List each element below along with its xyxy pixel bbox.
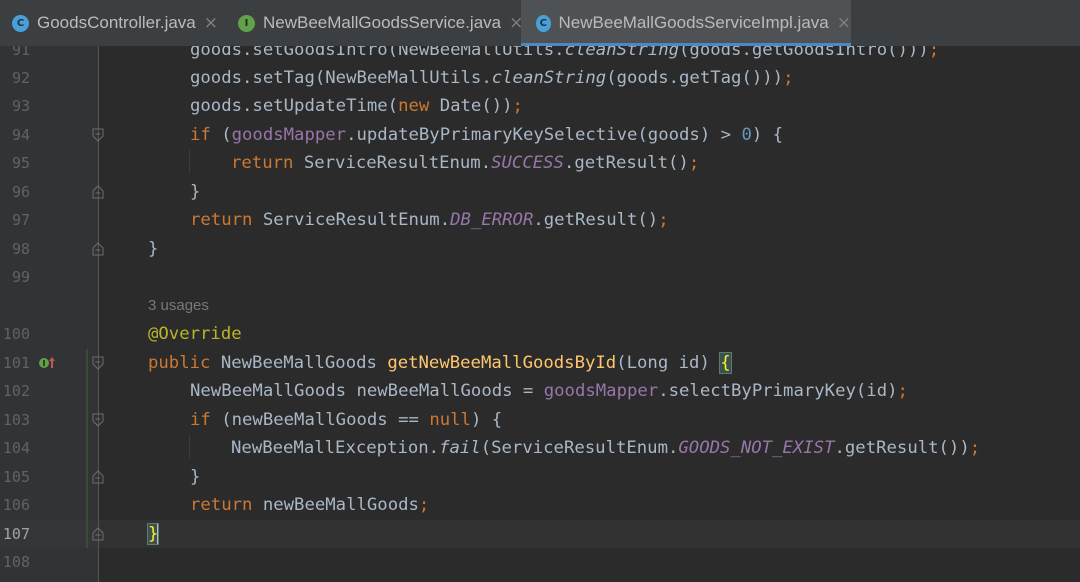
code-text: GOODS_NOT_EXIST bbox=[678, 438, 835, 458]
line-number: 108 bbox=[2, 553, 30, 571]
code-text: ServiceResultEnum. bbox=[252, 210, 451, 230]
code-text: ) { bbox=[751, 125, 784, 145]
matched-brace: { bbox=[719, 352, 732, 374]
code-text: if bbox=[190, 125, 211, 145]
code-text: (newBeeMallGoods == bbox=[210, 410, 430, 430]
interface-file-icon: I bbox=[238, 14, 255, 32]
code-text: DB_ERROR bbox=[450, 210, 534, 230]
code-line: return newBeeMallGoods; bbox=[0, 491, 1080, 519]
code-text: new bbox=[398, 96, 430, 116]
code-text: cleanString bbox=[491, 68, 607, 88]
code-text: ServiceResultEnum. bbox=[293, 153, 492, 173]
code-text: cleanString bbox=[564, 46, 680, 60]
tab-goods-controller[interactable]: C GoodsController.java × bbox=[0, 0, 237, 46]
editor-tab-bar: C GoodsController.java × I NewBeeMallGoo… bbox=[0, 0, 1080, 47]
code-line: @Override bbox=[0, 320, 1080, 348]
usages-hint[interactable]: 3 usages bbox=[148, 292, 209, 320]
code-line: return ServiceResultEnum.DB_ERROR.getRes… bbox=[0, 206, 1080, 234]
code-text: ; bbox=[969, 438, 981, 458]
code-text: goodsMapper bbox=[231, 125, 347, 145]
tab-label: GoodsController.java bbox=[37, 13, 196, 32]
tab-label: NewBeeMallGoodsServiceImpl.java bbox=[558, 13, 829, 32]
code-line: if (newBeeMallGoods == null) { bbox=[0, 406, 1080, 434]
code-text: Date()) bbox=[429, 96, 513, 116]
code-text: NewBeeMallGoods newBeeMallGoods = bbox=[190, 381, 544, 401]
class-file-icon: C bbox=[536, 14, 551, 32]
code-text: @Override bbox=[148, 324, 242, 344]
code-line: } bbox=[0, 178, 1080, 206]
code-text: .getResult() bbox=[563, 153, 689, 173]
code-text: 0 bbox=[741, 125, 752, 145]
code-text: } bbox=[190, 467, 201, 487]
code-text: goods.setGoodsIntro(NewBeeMallUtils. bbox=[190, 46, 565, 60]
code-text: null bbox=[429, 410, 471, 430]
tab-label: NewBeeMallGoodsService.java bbox=[263, 13, 502, 32]
code-text: } bbox=[148, 239, 159, 259]
code-text: (Long id) bbox=[616, 353, 721, 373]
code-text: ; bbox=[688, 153, 700, 173]
code-text: return bbox=[231, 153, 294, 173]
line-number: 99 bbox=[11, 268, 30, 286]
code-text: ; bbox=[658, 210, 669, 230]
code-text: ; bbox=[418, 495, 430, 515]
code-text: (goods.getGoodsIntro())) bbox=[679, 46, 929, 60]
close-icon[interactable]: × bbox=[837, 13, 851, 33]
code-text: if bbox=[190, 410, 211, 430]
code-text: fail bbox=[439, 438, 481, 458]
code-line: goods.setTag(NewBeeMallUtils.cleanString… bbox=[0, 64, 1080, 92]
code-text: .selectByPrimaryKey(id) bbox=[658, 381, 898, 401]
code-text: return bbox=[190, 495, 253, 515]
code-text: NewBeeMallGoods bbox=[210, 353, 388, 373]
tab-goods-service-impl[interactable]: C NewBeeMallGoodsServiceImpl.java × bbox=[521, 0, 851, 46]
code-text: ; bbox=[897, 381, 908, 401]
code-text: goods.setTag(NewBeeMallUtils. bbox=[190, 68, 492, 88]
close-icon[interactable]: × bbox=[204, 13, 218, 33]
code-editor[interactable]: 91 92 93 94 95 96 97 98 99 100 101 102 1… bbox=[0, 46, 1080, 582]
code-text: ; bbox=[928, 46, 940, 60]
code-text: .getResult() bbox=[533, 210, 659, 230]
code-text: ; bbox=[783, 68, 794, 88]
code-text: return bbox=[190, 210, 253, 230]
code-text: goodsMapper bbox=[543, 381, 659, 401]
code-text: ) { bbox=[470, 410, 503, 430]
code-line: } bbox=[0, 520, 1080, 548]
code-text: public bbox=[148, 353, 211, 373]
code-line: public NewBeeMallGoods getNewBeeMallGood… bbox=[0, 349, 1080, 377]
code-text: NewBeeMallException. bbox=[231, 438, 440, 458]
code-text: ( bbox=[210, 125, 232, 145]
code-text: (ServiceResultEnum. bbox=[480, 438, 679, 458]
tab-goods-service[interactable]: I NewBeeMallGoodsService.java × bbox=[225, 0, 528, 46]
code-text: goods.setUpdateTime( bbox=[190, 96, 399, 116]
code-line: goods.setUpdateTime(new Date()); bbox=[0, 92, 1080, 120]
text-caret bbox=[157, 524, 160, 544]
code-text: .getResult()) bbox=[834, 438, 970, 458]
code-text: SUCCESS bbox=[491, 153, 564, 173]
code-line: } bbox=[0, 235, 1080, 263]
class-file-icon: C bbox=[12, 14, 29, 32]
code-text: (goods.getTag())) bbox=[606, 68, 784, 88]
code-text: newBeeMallGoods bbox=[252, 495, 419, 515]
code-text: } bbox=[190, 182, 201, 202]
code-text: getNewBeeMallGoodsById bbox=[387, 353, 617, 373]
code-line: NewBeeMallGoods newBeeMallGoods = goodsM… bbox=[0, 377, 1080, 405]
code-text: ; bbox=[512, 96, 523, 116]
code-line: return ServiceResultEnum.SUCCESS.getResu… bbox=[0, 149, 1080, 177]
code-line: goods.setGoodsIntro(NewBeeMallUtils.clea… bbox=[0, 46, 1080, 64]
code-line: if (goodsMapper.updateByPrimaryKeySelect… bbox=[0, 121, 1080, 149]
code-line: } bbox=[0, 463, 1080, 491]
code-line: NewBeeMallException.fail(ServiceResultEn… bbox=[0, 434, 1080, 462]
code-text: .updateByPrimaryKeySelective(goods) > bbox=[346, 125, 742, 145]
